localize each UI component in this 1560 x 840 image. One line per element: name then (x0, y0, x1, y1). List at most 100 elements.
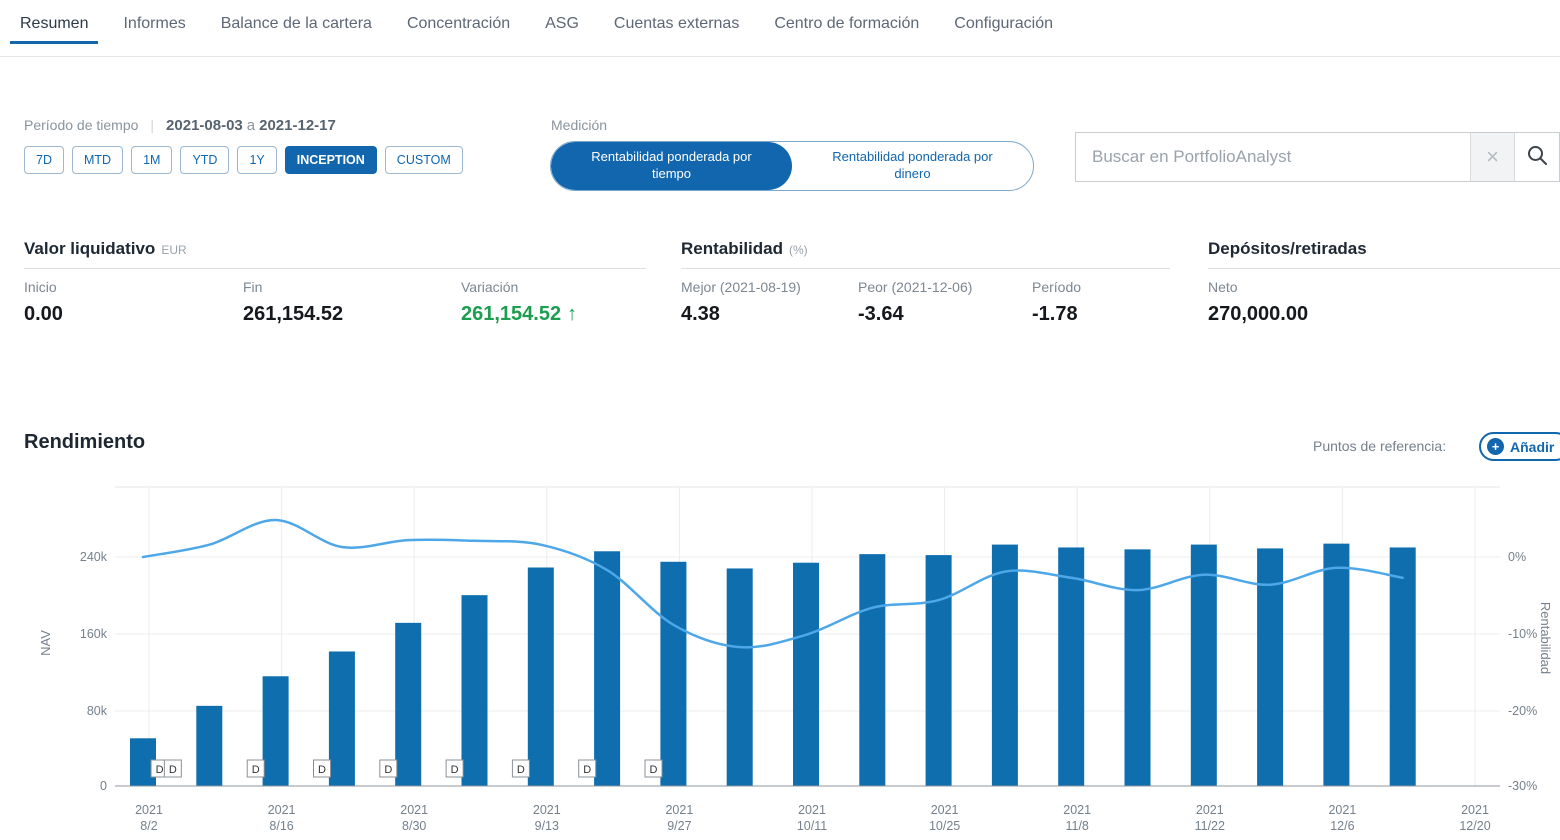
nav-bar[interactable] (859, 554, 885, 786)
nav-bar[interactable] (395, 623, 421, 786)
add-reference-button[interactable]: + Añadir (1479, 432, 1560, 461)
period-button-mtd[interactable]: MTD (72, 146, 123, 174)
nav-bar[interactable] (462, 595, 488, 786)
stat-item-value: -1.78 (1032, 303, 1081, 326)
stat-item-value: 0.00 (24, 303, 63, 326)
deposit-marker[interactable]: D (314, 760, 331, 777)
measurement-option-money-weighted[interactable]: Rentabilidad ponderada por dinero (792, 142, 1033, 190)
nav-bar[interactable] (1191, 545, 1217, 786)
stat-item-peor-2021-12-06-: Peor (2021-12-06) -3.64 (858, 279, 972, 326)
nav-bar[interactable] (1390, 547, 1416, 786)
separator: | (150, 117, 154, 133)
deposit-marker[interactable]: D (247, 760, 264, 777)
stat-section-title: Depósitos/retiradas (1208, 239, 1367, 259)
period-button-1y[interactable]: 1Y (237, 146, 276, 174)
left-axis-tick: 240k (80, 550, 108, 564)
right-axis-tick: 0% (1508, 550, 1526, 564)
nav-bar[interactable] (329, 651, 355, 786)
x-axis-label: 20219/13 (533, 803, 561, 833)
nav-bar[interactable] (660, 562, 686, 786)
x-axis-label: 20219/27 (665, 803, 693, 833)
stat-section-valor-liquidativo: Valor liquidativoEURInicio0.00Fin261,154… (24, 239, 646, 269)
nav-bar[interactable] (528, 567, 554, 786)
stat-section-unit: (%) (789, 243, 808, 257)
search-input[interactable] (1076, 133, 1470, 181)
stat-section-depósitos-retiradas: Depósitos/retiradasNeto270,000.00 (1208, 239, 1560, 269)
stat-item-label: Período (1032, 279, 1081, 295)
tab-asg[interactable]: ASG (535, 0, 589, 44)
svg-text:D: D (252, 764, 260, 776)
search-bar: × (1075, 132, 1560, 182)
nav-bar[interactable] (727, 568, 753, 786)
x-axis-label: 202111/22 (1195, 803, 1225, 833)
tab-informes[interactable]: Informes (113, 0, 195, 44)
left-axis-tick: 80k (87, 704, 108, 718)
measurement-toggle: Rentabilidad ponderada por tiempoRentabi… (550, 141, 1034, 191)
stat-section-rentabilidad: Rentabilidad(%)Mejor (2021-08-19)4.38Peo… (681, 239, 1170, 269)
nav-bar[interactable] (263, 676, 289, 786)
deposit-marker[interactable]: D (164, 760, 181, 777)
period-button-custom[interactable]: CUSTOM (385, 146, 463, 174)
right-axis-title: Rentabilidad (1538, 602, 1553, 674)
x-axis-label: 202112/20 (1459, 803, 1490, 833)
nav-bar[interactable] (594, 551, 620, 786)
tab-centro-de-formación[interactable]: Centro de formación (764, 0, 929, 44)
stat-item-label: Fin (243, 279, 343, 295)
stat-section-unit: EUR (161, 243, 186, 257)
stat-item-variación: Variación 261,154.52↑ (461, 279, 577, 326)
up-arrow-icon: ↑ (567, 303, 577, 325)
stat-item-período: Período -1.78 (1032, 279, 1081, 326)
svg-text:D: D (583, 764, 591, 776)
add-button-label: Añadir (1510, 439, 1554, 455)
left-axis-title: NAV (38, 630, 53, 656)
x-axis-label: 20218/2 (135, 803, 163, 833)
tab-configuración[interactable]: Configuración (944, 0, 1063, 44)
nav-bar[interactable] (926, 555, 952, 786)
deposit-marker[interactable]: D (645, 760, 662, 777)
stat-item-value: -3.64 (858, 303, 972, 326)
svg-text:D: D (169, 764, 177, 776)
stat-item-inicio: Inicio 0.00 (24, 279, 63, 326)
clear-search-icon[interactable]: × (1470, 133, 1515, 181)
x-axis-label: 202110/25 (929, 803, 960, 833)
stat-item-fin: Fin261,154.52 (243, 279, 343, 326)
date-from: 2021-08-03 (166, 117, 243, 134)
performance-chart[interactable]: DDDDDDDDD240k160k80k00%-10%-20%-30%20218… (0, 478, 1560, 840)
tab-concentración[interactable]: Concentración (397, 0, 520, 44)
stat-item-label: Variación (461, 279, 577, 295)
period-label: Período de tiempo (24, 117, 138, 133)
tab-cuentas-externas[interactable]: Cuentas externas (604, 0, 749, 44)
nav-bar[interactable] (1323, 544, 1349, 786)
nav-bar[interactable] (1058, 547, 1084, 786)
period-button-1m[interactable]: 1M (131, 146, 172, 174)
top-navigation: Resumen Informes Balance de la cartera Conc… (0, 0, 1560, 57)
stat-section-title: Valor liquidativo (24, 239, 155, 259)
tab-balance-de-la-cartera[interactable]: Balance de la cartera (211, 0, 382, 44)
x-axis-label: 202110/11 (797, 803, 827, 833)
nav-bar[interactable] (196, 706, 222, 786)
period-button-ytd[interactable]: YTD (180, 146, 229, 174)
stat-item-label: Peor (2021-12-06) (858, 279, 972, 295)
deposit-marker[interactable]: D (446, 760, 463, 777)
search-button[interactable] (1515, 133, 1559, 181)
performance-title: Rendimiento (24, 431, 145, 454)
deposit-marker[interactable]: D (380, 760, 397, 777)
nav-bar[interactable] (1125, 549, 1151, 786)
svg-text:D: D (318, 764, 326, 776)
stat-item-value: 261,154.52↑ (461, 303, 577, 326)
svg-text:D: D (517, 764, 525, 776)
left-axis-tick: 160k (80, 627, 108, 641)
period-button-7d[interactable]: 7D (24, 146, 64, 174)
x-axis-label: 20218/16 (268, 803, 296, 833)
tab-resumen[interactable]: Resumen (10, 0, 98, 44)
measurement-label: Medición (551, 117, 607, 133)
nav-bar[interactable] (992, 545, 1018, 786)
x-axis-label: 20218/30 (400, 803, 428, 833)
stat-item-label: Inicio (24, 279, 63, 295)
deposit-marker[interactable]: D (579, 760, 596, 777)
nav-bar[interactable] (793, 563, 819, 786)
stat-item-neto: Neto270,000.00 (1208, 279, 1308, 326)
period-button-inception[interactable]: INCEPTION (285, 146, 377, 174)
deposit-marker[interactable]: D (512, 760, 529, 777)
measurement-option-time-weighted[interactable]: Rentabilidad ponderada por tiempo (551, 142, 792, 190)
